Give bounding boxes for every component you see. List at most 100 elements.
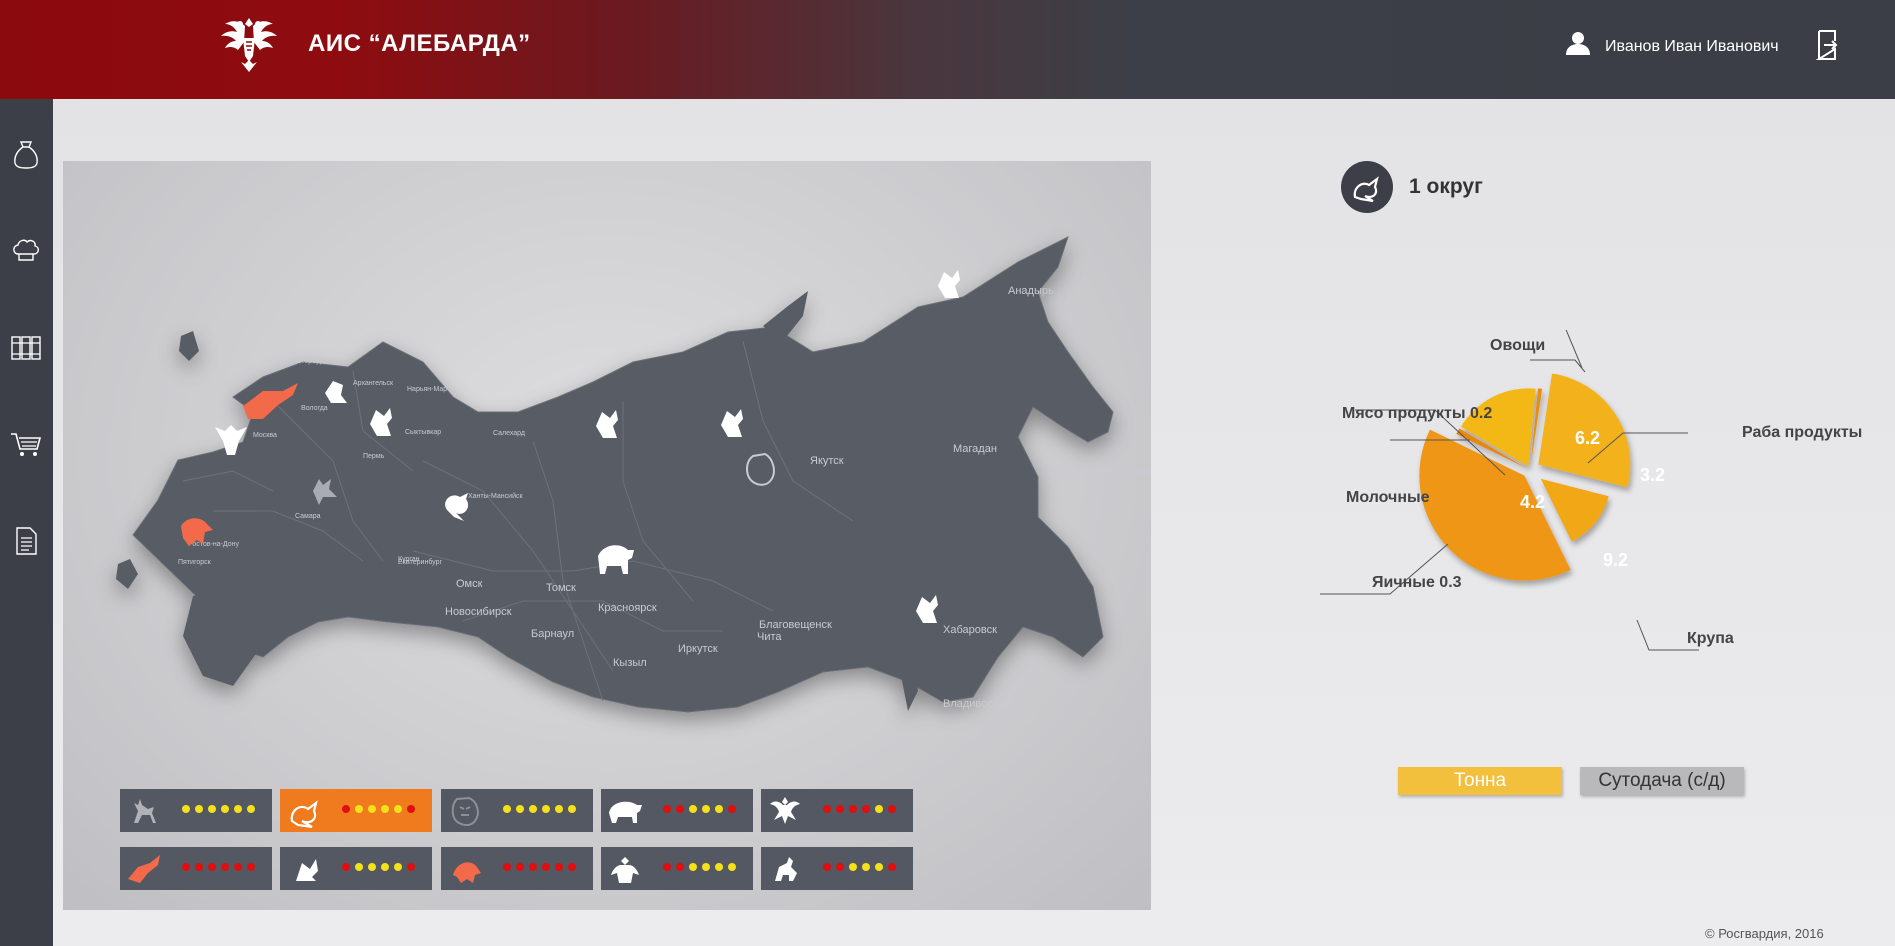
sidebar-item-registry[interactable] [8, 329, 44, 365]
status-dots [182, 863, 255, 871]
city-label: Владивосток [943, 698, 1009, 710]
district-tile-wolf[interactable] [120, 847, 272, 890]
chef-hat-icon [13, 239, 39, 261]
status-dot [823, 863, 831, 871]
city-label: Новосибирск [445, 606, 512, 618]
status-dot [355, 805, 363, 813]
unit-daily-ration-button[interactable]: Сутодача (с/д) [1580, 767, 1744, 795]
district-tile-tiger[interactable] [441, 789, 593, 832]
lion-icon [453, 862, 481, 883]
status-dot [221, 805, 229, 813]
status-dot [728, 805, 736, 813]
status-dot [663, 863, 671, 871]
city-label: Курган [398, 556, 420, 563]
city-label: Сыктывкар [405, 429, 441, 436]
status-dot [888, 805, 896, 813]
city-label: Барнаул [531, 628, 574, 640]
district-badge [1341, 161, 1393, 213]
district-tile-eagle[interactable] [761, 789, 913, 832]
district-tile-bird[interactable] [601, 847, 753, 890]
pie-label-dairy: Молочные [1346, 489, 1430, 506]
status-dot [516, 863, 524, 871]
city-label: Вологда [301, 405, 328, 412]
city-label: Красноярск [598, 602, 657, 614]
status-dot [862, 805, 870, 813]
sidebar-item-orders[interactable] [8, 426, 44, 462]
tiger-icon [451, 796, 479, 827]
status-dot [394, 805, 402, 813]
user-name[interactable]: Иванов Иван Иванович [1605, 38, 1779, 56]
status-dot [355, 863, 363, 871]
status-dot [728, 863, 736, 871]
status-dots [503, 863, 576, 871]
status-dot [663, 805, 671, 813]
status-dots [823, 863, 896, 871]
status-dot [702, 805, 710, 813]
status-dot [836, 805, 844, 813]
city-label: Анадырь [1008, 285, 1054, 297]
status-dot [568, 863, 576, 871]
document-icon [16, 527, 37, 555]
unit-ton-button[interactable]: Тонна [1398, 767, 1562, 795]
pie-label-meat: Мясо продукты 0.2 [1342, 405, 1493, 422]
sidebar-item-kitchen[interactable] [8, 232, 44, 268]
status-dot [849, 805, 857, 813]
district-tile-deer[interactable] [120, 789, 272, 832]
status-dot [407, 863, 415, 871]
pie-label-fish: Раба продукты [1742, 424, 1863, 441]
copyright: © Росгвардия, 2016 [1705, 926, 1824, 941]
city-label: Кызыл [613, 657, 647, 669]
status-dot [381, 805, 389, 813]
status-dot [221, 863, 229, 871]
city-label: Самара [295, 513, 321, 520]
status-dot [208, 805, 216, 813]
city-label: Омск [456, 578, 483, 590]
status-dot [342, 863, 350, 871]
status-dot [702, 863, 710, 871]
status-dot [555, 863, 563, 871]
pie-label-vegetables: Овощи [1490, 337, 1546, 354]
status-dot [676, 863, 684, 871]
status-dot [247, 805, 255, 813]
status-dot [195, 863, 203, 871]
status-dots [663, 805, 736, 813]
status-dot [195, 805, 203, 813]
district-tile-bear[interactable] [601, 789, 753, 832]
district-tile-lion[interactable] [441, 847, 593, 890]
district-tile-griffin[interactable] [280, 847, 432, 890]
status-dots [342, 805, 415, 813]
header-bar: АИС “АЛЕБАРДА” Иванов Иван Иванович [0, 0, 1895, 99]
city-label: Томск [546, 582, 576, 594]
status-dots [823, 805, 896, 813]
status-dot [715, 805, 723, 813]
horseman-icon [775, 857, 797, 881]
eagle-emblem-icon [221, 18, 277, 72]
status-dot [247, 863, 255, 871]
status-dot [849, 863, 857, 871]
status-dot [689, 863, 697, 871]
deer-icon [134, 799, 156, 823]
district-tile-lizard[interactable] [280, 789, 432, 832]
eagle-icon [770, 797, 800, 824]
status-dot [529, 863, 537, 871]
status-dots [342, 863, 415, 871]
status-dots [663, 863, 736, 871]
sidebar [0, 99, 53, 946]
city-label: Петропавловск-Камчатский [1048, 466, 1151, 478]
status-dot [836, 863, 844, 871]
status-dot [368, 805, 376, 813]
sidebar-item-documents[interactable] [8, 523, 44, 559]
status-dot [208, 863, 216, 871]
status-dot [888, 863, 896, 871]
status-dot [542, 805, 550, 813]
sidebar-item-provisions[interactable] [8, 136, 44, 172]
district-tile-horseman[interactable] [761, 847, 913, 890]
griffin-marker-icon[interactable] [938, 270, 960, 298]
city-label: Пермь [363, 453, 385, 460]
city-label: Санкт-Петербург [271, 357, 326, 365]
pie-value-vegetables: 6.2 [1575, 428, 1601, 448]
pie-value-grain: 9.2 [1603, 550, 1629, 570]
cart-icon [11, 433, 42, 456]
logout-icon[interactable] [1816, 29, 1840, 61]
city-label: Благовещенск [759, 619, 832, 631]
